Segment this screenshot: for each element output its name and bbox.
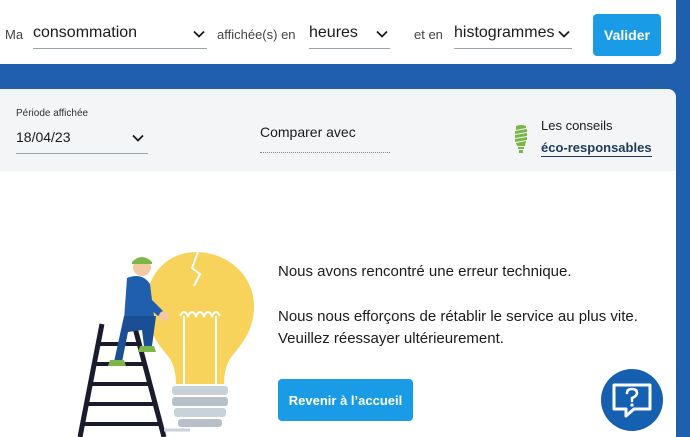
error-message: Nous nous efforçons de rétablir le servi… xyxy=(278,308,638,347)
unit-select-value: heures xyxy=(309,24,358,41)
error-title: Nous avons rencontré une erreur techniqu… xyxy=(278,263,572,280)
period-date-value: 18/04/23 xyxy=(16,129,71,145)
filter-panel: Période affichée 18/04/23 Comparer avec … xyxy=(0,89,676,171)
consumption-selector-bar: Ma consommation affichée(s) en heures et… xyxy=(0,0,676,64)
chevron-down-icon xyxy=(132,132,144,144)
prefix-label: Ma xyxy=(5,27,24,42)
period-date-select[interactable]: 18/04/23 xyxy=(16,123,148,154)
validate-button[interactable]: Valider xyxy=(593,14,661,56)
help-chat-button[interactable] xyxy=(601,369,663,431)
and-in-label: et en xyxy=(414,27,443,42)
chevron-down-icon xyxy=(376,28,388,40)
metric-select-value: consommation xyxy=(33,24,138,41)
technician-bulb-illustration xyxy=(77,251,254,437)
shown-in-label: affichée(s) en xyxy=(217,27,296,42)
eco-tips-link[interactable]: éco-responsables xyxy=(541,140,652,157)
compare-with-field[interactable]: Comparer avec xyxy=(260,124,356,140)
help-chat-icon xyxy=(612,383,652,418)
eco-bulb-icon xyxy=(512,124,530,154)
compare-with-underline xyxy=(260,152,390,153)
unit-select[interactable]: heures xyxy=(309,20,390,49)
chevron-down-icon xyxy=(558,28,570,40)
chart-type-select[interactable]: histogrammes xyxy=(454,20,572,49)
tips-label: Les conseils xyxy=(541,118,613,133)
period-label: Période affichée xyxy=(16,108,89,119)
metric-select[interactable]: consommation xyxy=(33,20,207,49)
chart-type-select-value: histogrammes xyxy=(454,24,555,41)
back-home-button[interactable]: Revenir à l’accueil xyxy=(278,379,413,421)
chevron-down-icon xyxy=(193,28,205,40)
